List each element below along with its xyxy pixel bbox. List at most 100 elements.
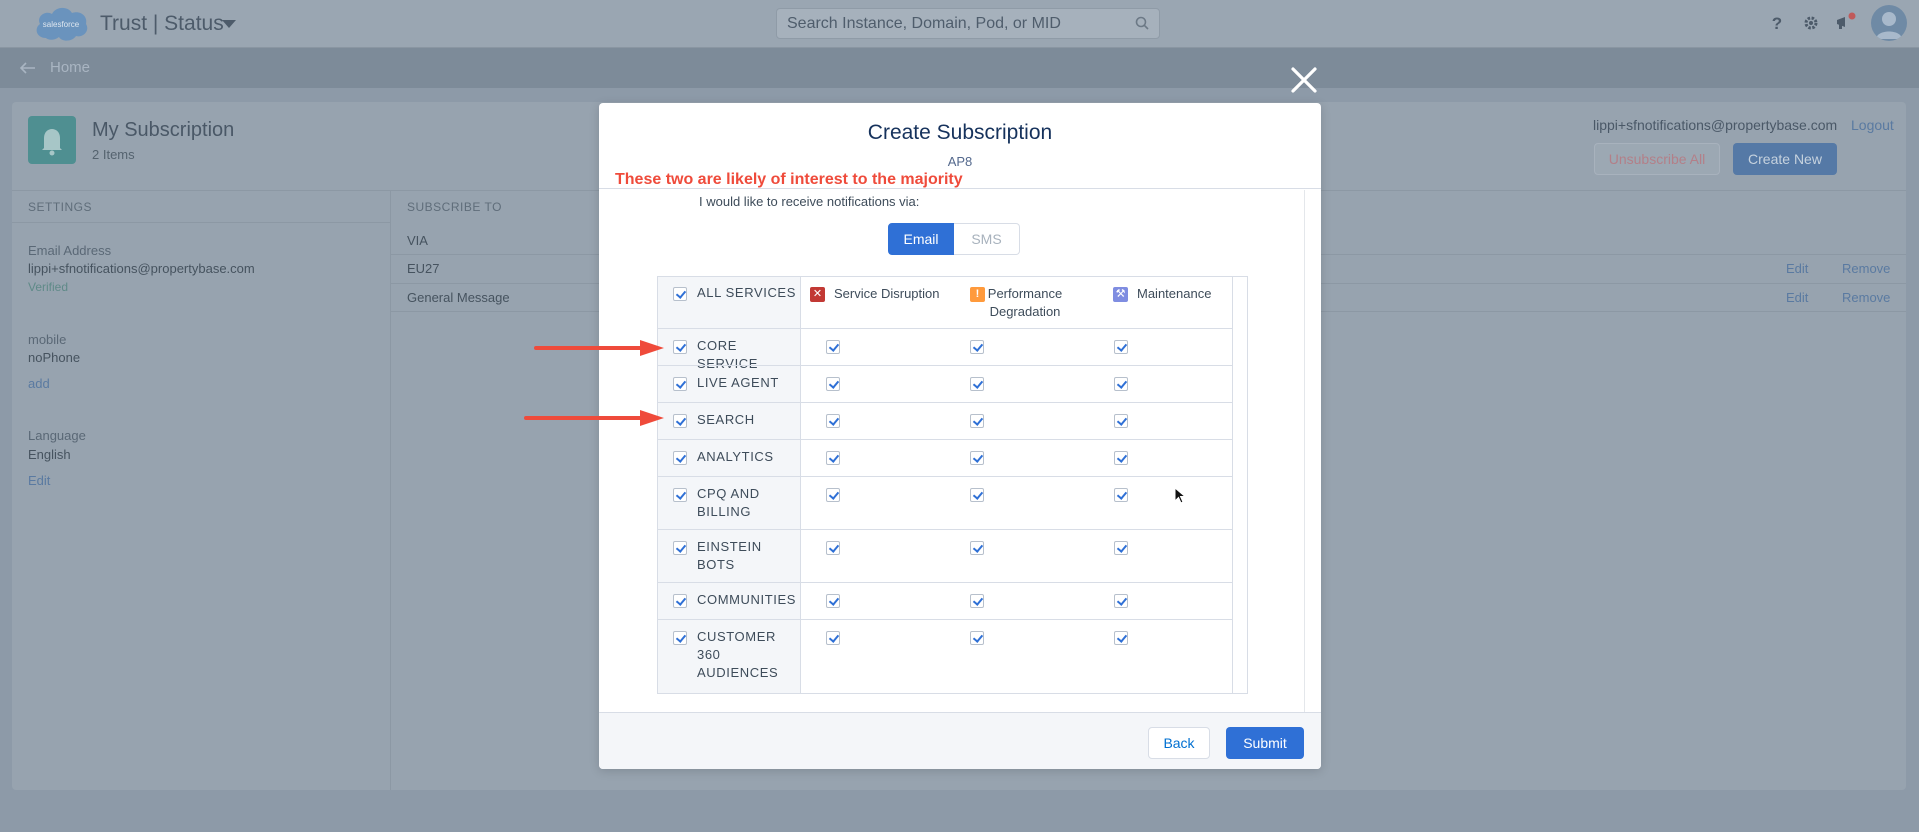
user-email: lippi+sfnotifications@propertybase.com bbox=[1593, 117, 1838, 133]
maintenance-checkbox[interactable] bbox=[1114, 594, 1128, 608]
service-row-checkbox[interactable] bbox=[673, 377, 687, 391]
maintenance-checkbox[interactable] bbox=[1114, 488, 1128, 502]
sub-navigation bbox=[0, 48, 1919, 88]
performance-degradation-checkbox[interactable] bbox=[970, 631, 984, 645]
service-disruption-checkbox[interactable] bbox=[826, 377, 840, 391]
service-disruption-checkbox[interactable] bbox=[826, 631, 840, 645]
notification-channel-label: I would like to receive notifications vi… bbox=[699, 194, 920, 209]
service-row-checkbox[interactable] bbox=[673, 414, 687, 428]
all-services-label: ALL SERVICES bbox=[697, 285, 796, 300]
edit-subscription-link[interactable]: Edit bbox=[1786, 261, 1808, 276]
submit-button[interactable]: Submit bbox=[1226, 727, 1304, 759]
search-icon[interactable] bbox=[1135, 16, 1149, 30]
edit-subscription-link[interactable]: Edit bbox=[1786, 290, 1808, 305]
global-search[interactable] bbox=[776, 8, 1160, 39]
subscription-row-name: EU27 bbox=[407, 261, 440, 276]
gear-icon[interactable] bbox=[1803, 15, 1819, 31]
row-divider bbox=[658, 582, 1232, 583]
create-new-button[interactable]: Create New bbox=[1733, 143, 1837, 175]
service-disruption-checkbox[interactable] bbox=[826, 414, 840, 428]
row-divider bbox=[658, 439, 1232, 440]
svg-text:?: ? bbox=[1772, 14, 1782, 33]
app-switcher-chevron-down-icon[interactable] bbox=[222, 20, 236, 28]
back-button[interactable]: Back bbox=[1148, 727, 1210, 759]
maintenance-checkbox[interactable] bbox=[1114, 414, 1128, 428]
service-name: CORE SERVICE bbox=[697, 338, 759, 371]
service-row-checkbox[interactable] bbox=[673, 541, 687, 555]
unsubscribe-all-button[interactable]: Unsubscribe All bbox=[1594, 143, 1720, 175]
row-divider bbox=[658, 328, 1232, 329]
email-channel-button[interactable]: Email bbox=[888, 223, 954, 255]
logo-text: salesforce bbox=[43, 20, 80, 29]
service-name: ANALYTICS bbox=[697, 449, 774, 464]
maintenance-checkbox[interactable] bbox=[1114, 631, 1128, 645]
performance-degradation-header: Performance Degradation bbox=[987, 286, 1063, 319]
service-row-checkbox[interactable] bbox=[673, 488, 687, 502]
add-mobile-link[interactable]: add bbox=[28, 376, 50, 391]
logout-link[interactable]: Logout bbox=[1851, 117, 1894, 133]
home-link[interactable]: Home bbox=[50, 59, 90, 76]
remove-subscription-link[interactable]: Remove bbox=[1842, 290, 1890, 305]
service-row-checkbox[interactable] bbox=[673, 594, 687, 608]
user-icon bbox=[1876, 12, 1902, 39]
service-disruption-checkbox[interactable] bbox=[826, 541, 840, 555]
service-row-checkbox[interactable] bbox=[673, 631, 687, 645]
modal-scrollbar[interactable] bbox=[1304, 190, 1305, 712]
maintenance-checkbox[interactable] bbox=[1114, 541, 1128, 555]
remove-subscription-link[interactable]: Remove bbox=[1842, 261, 1890, 276]
mobile-label: mobile bbox=[28, 332, 67, 347]
modal-title: Create Subscription bbox=[867, 121, 1053, 144]
top-bar: salesforce Trust | Status ? bbox=[0, 0, 1919, 48]
via-label: VIA bbox=[407, 233, 428, 248]
subscription-row-name: General Message bbox=[407, 290, 510, 305]
email-value: lippi+sfnotifications@propertybase.com bbox=[28, 261, 255, 276]
megaphone-icon[interactable] bbox=[1835, 12, 1857, 32]
annotation-arrow-icon bbox=[534, 340, 664, 356]
edit-language-link[interactable]: Edit bbox=[28, 473, 50, 488]
service-subscription-grid: ALL SERVICES ✕ Service Disruption ! Perf… bbox=[657, 276, 1248, 694]
service-row-checkbox[interactable] bbox=[673, 340, 687, 354]
column-divider bbox=[390, 190, 391, 790]
service-disruption-checkbox[interactable] bbox=[826, 451, 840, 465]
service-name: COMMUNITIES bbox=[697, 592, 797, 607]
service-disruption-checkbox[interactable] bbox=[826, 594, 840, 608]
mouse-cursor-icon bbox=[1174, 487, 1186, 504]
performance-degradation-checkbox[interactable] bbox=[970, 488, 984, 502]
page-title: My Subscription bbox=[92, 119, 235, 141]
channel-toggle: Email SMS bbox=[888, 223, 1020, 255]
row-divider bbox=[658, 476, 1232, 477]
service-disruption-checkbox[interactable] bbox=[826, 340, 840, 354]
salesforce-logo[interactable]: salesforce bbox=[32, 4, 90, 44]
performance-degradation-checkbox[interactable] bbox=[970, 414, 984, 428]
maintenance-header: Maintenance bbox=[1137, 286, 1212, 301]
modal-body[interactable]: I would like to receive notifications vi… bbox=[599, 190, 1321, 712]
performance-degradation-checkbox[interactable] bbox=[970, 377, 984, 391]
service-row-checkbox[interactable] bbox=[673, 451, 687, 465]
help-icon[interactable]: ? bbox=[1770, 13, 1784, 33]
close-modal-icon[interactable] bbox=[1290, 66, 1318, 94]
maintenance-checkbox[interactable] bbox=[1114, 340, 1128, 354]
service-disruption-checkbox[interactable] bbox=[826, 488, 840, 502]
bell-icon bbox=[42, 129, 62, 156]
email-label: Email Address bbox=[28, 243, 112, 258]
performance-degradation-checkbox[interactable] bbox=[970, 451, 984, 465]
maintenance-checkbox[interactable] bbox=[1114, 377, 1128, 391]
performance-degradation-checkbox[interactable] bbox=[970, 594, 984, 608]
mobile-value: noPhone bbox=[28, 350, 81, 365]
x-icon: ✕ bbox=[810, 287, 825, 302]
annotation-text: These two are likely of interest to the … bbox=[615, 171, 963, 188]
email-verified-status: Verified bbox=[28, 280, 69, 294]
back-arrow-icon[interactable] bbox=[20, 62, 36, 74]
grid-scrollbar[interactable] bbox=[1232, 277, 1247, 693]
service-name: LIVE AGENT bbox=[697, 375, 779, 390]
search-input[interactable] bbox=[777, 9, 1117, 38]
all-services-checkbox[interactable] bbox=[673, 287, 687, 301]
performance-degradation-checkbox[interactable] bbox=[970, 340, 984, 354]
row-divider bbox=[658, 402, 1232, 403]
sms-channel-button[interactable]: SMS bbox=[954, 223, 1020, 255]
maintenance-checkbox[interactable] bbox=[1114, 451, 1128, 465]
avatar[interactable] bbox=[1871, 5, 1907, 41]
settings-heading: SETTINGS bbox=[28, 200, 93, 214]
performance-degradation-checkbox[interactable] bbox=[970, 541, 984, 555]
subscription-header-icon bbox=[28, 116, 76, 164]
